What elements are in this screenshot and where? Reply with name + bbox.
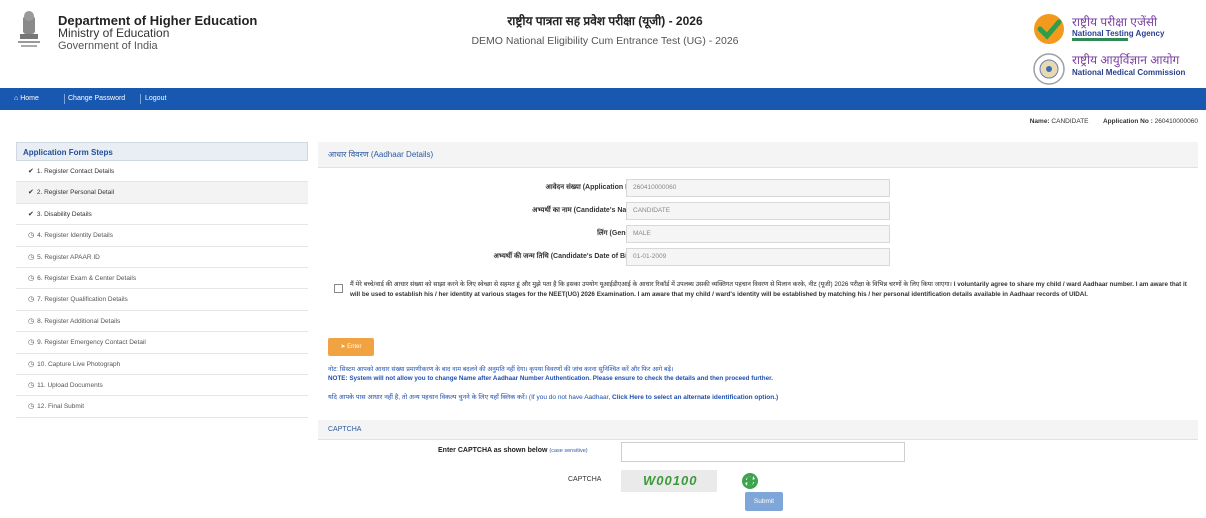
- national-emblem-icon: [18, 11, 40, 47]
- sidebar-step-item[interactable]: ✔ 2. Register Personal Detail: [16, 182, 308, 204]
- consent-text: मैं मेरे बच्चे/वार्ड की आधार संख्या को स…: [350, 280, 1190, 300]
- nmc-logo-icon: [1033, 53, 1065, 85]
- application-no-row: आवेदन संख्या (Application No.) : 2604100…: [318, 178, 1198, 198]
- sidebar-step-item[interactable]: ◷ 11. Upload Documents: [16, 374, 308, 397]
- application-no-value: 260410000060: [1154, 118, 1198, 125]
- alternate-id-link[interactable]: Click Here to select an alternate identi…: [612, 394, 778, 401]
- dob-field[interactable]: 01-01-2009: [626, 248, 890, 266]
- clock-icon: ◷: [28, 403, 35, 411]
- sidebar-step-label: 3. Disability Details: [36, 210, 92, 218]
- clock-icon: ◷: [28, 360, 35, 368]
- sidebar-step-label: 6. Register Exam & Center Details: [37, 274, 137, 282]
- application-steps-sidebar: Application Form Steps ✔ 1. Register Cont…: [16, 142, 308, 418]
- sidebar-step-label: 2. Register Personal Detail: [36, 189, 115, 197]
- name-label: Name:: [1029, 118, 1050, 125]
- nav-logout[interactable]: Logout: [145, 88, 166, 110]
- captcha-section-heading: CAPTCHA: [318, 420, 1198, 440]
- candidate-info-bar: Name: CANDIDATE Application No : 2604100…: [1030, 118, 1198, 125]
- note-hindi: नोट: सिस्टम आपको आधार संख्या प्रमाणीकरण …: [328, 366, 674, 373]
- sidebar-heading: Application Form Steps: [16, 142, 308, 161]
- sidebar-step-item[interactable]: ◷ 7. Register Qualification Details: [16, 289, 308, 311]
- page-header: Department of Higher Education Ministry …: [0, 0, 1206, 88]
- government-name: Government of India: [58, 40, 158, 52]
- clock-icon: ◷: [28, 296, 35, 304]
- exam-title-block: राष्ट्रीय पात्रता सह प्रवेश परीक्षा (यूज…: [380, 12, 830, 47]
- submit-button[interactable]: Submit: [745, 492, 783, 511]
- sidebar-step-item[interactable]: ✔ 3. Disability Details: [16, 203, 308, 226]
- nav-divider: [140, 94, 141, 104]
- captcha-label: CAPTCHA: [568, 476, 602, 483]
- sidebar-list: ✔ 1. Register Contact Details ✔ 2. Register…: [16, 161, 308, 418]
- enter-button-label: Enter: [347, 344, 362, 350]
- nta-logo-icon: [1034, 14, 1064, 44]
- sidebar-step-item[interactable]: ◷ 10. Capture Live Photograph: [16, 353, 308, 375]
- name-value: CANDIDATE: [1051, 118, 1089, 125]
- captcha-input-row: Enter CAPTCHA as shown below (case sensi…: [318, 442, 1198, 462]
- check-circle-icon: ✔: [28, 210, 34, 218]
- nav-home-label: Home: [20, 95, 39, 102]
- gender-row: लिंग (Gender) : MALE: [318, 224, 1198, 244]
- candidate-name-field[interactable]: CANDIDATE: [626, 202, 890, 220]
- clock-icon: ◷: [28, 232, 35, 240]
- main-content: आधार विवरण (Aadhaar Details) आवेदन संख्य…: [318, 142, 1198, 518]
- note-english: NOTE: System will not allow you to chang…: [328, 375, 773, 382]
- captcha-input[interactable]: [621, 442, 905, 462]
- sidebar-step-item[interactable]: ◷ 8. Register Additional Details: [16, 310, 308, 333]
- nmc-english: National Medical Commission: [1072, 68, 1186, 77]
- nta-underline: [1072, 38, 1128, 41]
- alternate-id-prefix: यदि आपके पास आधार नहीं है, तो अन्य पहचान…: [328, 394, 613, 401]
- captcha-image: W00100: [621, 470, 717, 492]
- candidate-name-row: अभ्यर्थी का नाम (Candidate's Name) : CAN…: [318, 201, 1198, 221]
- captcha-prompt: Enter CAPTCHA as shown below (case sensi…: [438, 447, 588, 454]
- nav-home[interactable]: ⌂ Home: [14, 88, 39, 110]
- nav-divider: [64, 94, 65, 104]
- refresh-captcha-icon[interactable]: [741, 472, 759, 490]
- nta-english: National Testing Agency: [1072, 29, 1165, 38]
- clock-icon: ◷: [28, 253, 35, 261]
- check-circle-icon: ✔: [28, 168, 34, 175]
- ministry-name: Ministry of Education: [58, 26, 170, 40]
- sidebar-step-label: 9. Register Emergency Contact Detail: [37, 339, 146, 347]
- sidebar-step-item[interactable]: ◷ 9. Register Emergency Contact Detail: [16, 332, 308, 354]
- sidebar-step-label: 1. Register Contact Details: [36, 168, 115, 175]
- case-sensitive-note: (case sensitive): [549, 448, 588, 454]
- alternate-id-note: यदि आपके पास आधार नहीं है, तो अन्य पहचान…: [328, 392, 778, 401]
- consent-hindi: मैं मेरे बच्चे/वार्ड की आधार संख्या को स…: [350, 281, 952, 288]
- nmc-hindi: राष्ट्रीय आयुर्विज्ञान आयोग: [1072, 53, 1180, 67]
- clock-icon: ◷: [28, 381, 35, 389]
- sidebar-step-label: 7. Register Qualification Details: [37, 296, 128, 304]
- captcha-prompt-text: Enter CAPTCHA as shown below: [438, 447, 548, 454]
- department-block: Department of Higher Education Ministry …: [58, 14, 257, 53]
- clock-icon: ◷: [28, 339, 35, 347]
- field-label: अभ्यर्थी की जन्म तिथि (Candidate's Date …: [493, 253, 643, 260]
- application-no-field[interactable]: 260410000060: [626, 179, 890, 197]
- sidebar-step-item[interactable]: ◷ 12. Final Submit: [16, 396, 308, 418]
- clock-icon: ◷: [28, 317, 35, 325]
- sidebar-step-label: 10. Capture Live Photograph: [37, 360, 121, 368]
- sidebar-step-label: 12. Final Submit: [37, 403, 85, 411]
- exam-subtitle: DEMO National Eligibility Cum Entrance T…: [471, 35, 739, 47]
- check-circle-icon: ✔: [28, 189, 34, 197]
- captcha-image-row: CAPTCHA W00100: [318, 470, 1198, 494]
- aadhaar-section-heading: आधार विवरण (Aadhaar Details): [318, 142, 1198, 168]
- sidebar-step-item[interactable]: ◷ 4. Register Identity Details: [16, 225, 308, 247]
- sidebar-step-label: 8. Register Additional Details: [37, 317, 121, 325]
- exam-title-hindi: राष्ट्रीय पात्रता सह प्रवेश परीक्षा (यूज…: [507, 14, 703, 28]
- gender-field[interactable]: MALE: [626, 225, 890, 243]
- dob-row: अभ्यर्थी की जन्म तिथि (Candidate's Date …: [318, 247, 1198, 267]
- nav-change-password[interactable]: Change Password: [68, 88, 125, 110]
- application-no-label: Application No :: [1102, 118, 1153, 125]
- sidebar-step-label: 4. Register Identity Details: [37, 232, 113, 240]
- enter-button[interactable]: ➤ Enter: [328, 338, 374, 356]
- sidebar-step-label: 11. Upload Documents: [37, 381, 103, 389]
- nta-hindi: राष्ट्रीय परीक्षा एजेंसी: [1072, 15, 1158, 29]
- sidebar-step-item[interactable]: ✔ 1. Register Contact Details: [16, 161, 308, 183]
- consent-checkbox[interactable]: [334, 284, 343, 293]
- sidebar-step-item[interactable]: ◷ 6. Register Exam & Center Details: [16, 267, 308, 290]
- clock-icon: ◷: [28, 274, 35, 282]
- sidebar-step-item[interactable]: ◷ 5. Register APAAR ID: [16, 246, 308, 268]
- sidebar-step-label: 5. Register APAAR ID: [37, 253, 100, 261]
- top-navbar: ⌂ Home Change Password Logout: [0, 88, 1206, 110]
